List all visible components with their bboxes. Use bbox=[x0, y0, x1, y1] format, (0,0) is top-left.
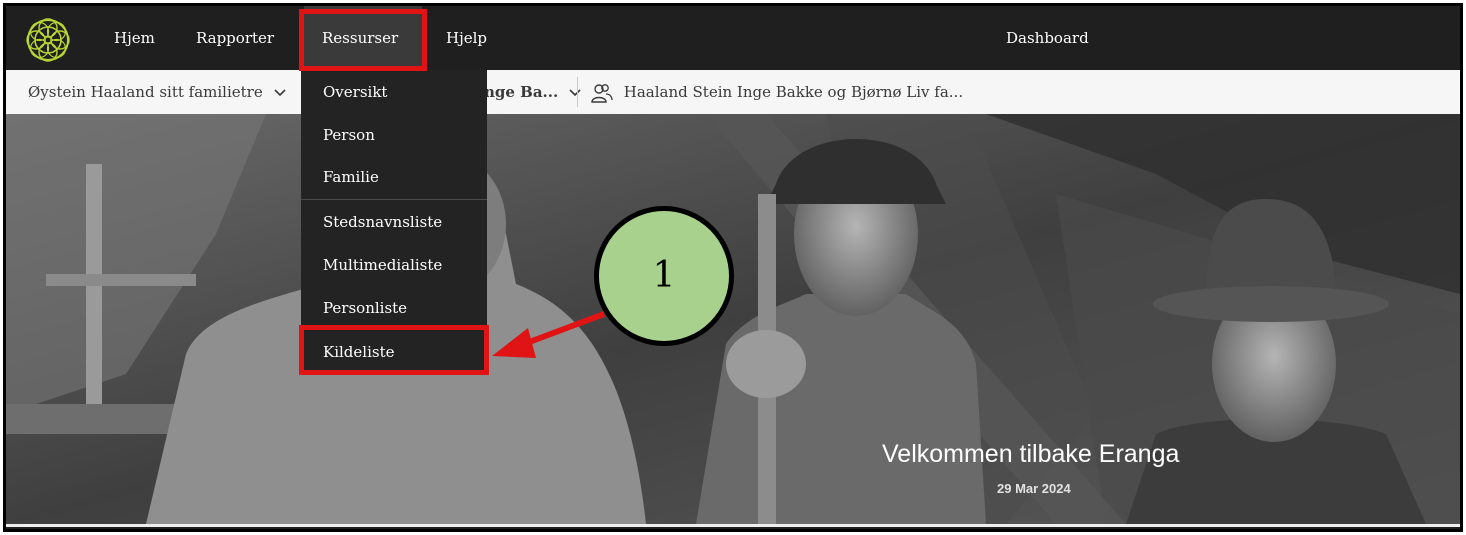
step-callout: 1 bbox=[594, 206, 734, 346]
arrow-icon bbox=[492, 311, 606, 358]
app-window: Hjem Rapporter Ressurser Hjelp Dashboard… bbox=[3, 3, 1463, 532]
